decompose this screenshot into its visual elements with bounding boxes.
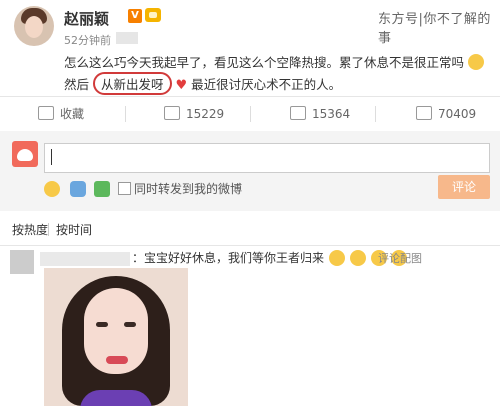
sort-tabs: 按热度 按时间: [0, 211, 500, 246]
star-icon: [38, 106, 54, 120]
post-time[interactable]: 52分钟前: [64, 32, 111, 48]
favorite-button[interactable]: 收藏: [38, 97, 84, 131]
comment-body: ：宝宝好好休息，我们等你王者归来: [132, 251, 325, 265]
user-avatar[interactable]: [12, 141, 38, 167]
post-text-prefix: 然后: [64, 77, 90, 92]
divider: [125, 106, 126, 122]
repost-icon: [164, 106, 180, 120]
emoji-icon: [349, 250, 366, 266]
watermark: 东方号|你不了解的事: [378, 12, 491, 46]
blurred-source: [116, 32, 138, 44]
photo-eye: [96, 322, 108, 327]
action-bar: 收藏 15229 15364 70409: [0, 96, 500, 132]
verified-icon: V: [128, 9, 142, 23]
photo-clothing: [80, 390, 152, 406]
emoji-icon: [468, 54, 484, 70]
tab-divider: [48, 223, 49, 236]
comment-text: ：宝宝好好休息，我们等你王者归来: [132, 249, 408, 266]
emoji-icon: [328, 250, 345, 266]
avatar-face: [25, 16, 43, 38]
tab-hot[interactable]: 按热度: [12, 221, 48, 238]
image-icon[interactable]: [94, 181, 110, 197]
divider: [250, 106, 251, 122]
like-count: 70409: [438, 107, 477, 121]
gif-icon[interactable]: [70, 181, 86, 197]
comment-item: ：宝宝好好休息，我们等你王者归来 评论配图: [0, 246, 500, 406]
post-text-line2: 然后 从新出发呀 ♥ 最近很讨厌心术不正的人。: [64, 72, 341, 95]
post-text-part1: 怎么这么巧今天我起早了，看见这么个空降热搜。累了休息不是很正常吗: [64, 55, 465, 70]
comment-image-link[interactable]: 评论配图: [378, 250, 422, 266]
comment-count: 15364: [312, 107, 351, 121]
divider: [375, 106, 376, 122]
heart-icon: ♥: [175, 78, 188, 93]
tab-time[interactable]: 按时间: [56, 221, 92, 238]
like-button[interactable]: 70409: [416, 97, 476, 131]
weibo-post: 赵丽颖 V 东方号|你不了解的事 52分钟前 怎么这么巧今天我起早了，看见这么个…: [0, 0, 500, 96]
photo-eye: [124, 322, 136, 327]
photo-lips: [106, 356, 128, 364]
comment-button[interactable]: 15364: [290, 97, 350, 131]
circled-text: 从新出发呀: [101, 77, 164, 92]
emoji-icon[interactable]: [44, 181, 60, 197]
vip-crown-icon: [145, 8, 161, 22]
commenter-avatar[interactable]: [10, 250, 34, 274]
favorite-label: 收藏: [60, 107, 85, 121]
commenter-name-blurred: [40, 252, 130, 266]
post-text-line1: 怎么这么巧今天我起早了，看见这么个空降热搜。累了休息不是很正常吗: [64, 52, 484, 71]
author-name[interactable]: 赵丽颖: [64, 8, 109, 29]
submit-comment-button[interactable]: 评论: [438, 175, 490, 199]
post-text-suffix: 最近很讨厌心术不正的人。: [191, 77, 342, 92]
repost-checkbox-label[interactable]: 同时转发到我的微博: [134, 180, 242, 197]
repost-button[interactable]: 15229: [164, 97, 224, 131]
text-caret: [51, 149, 52, 165]
comment-photo[interactable]: [44, 268, 188, 406]
author-avatar[interactable]: [14, 6, 54, 46]
comment-icon: [290, 106, 306, 120]
repost-count: 15229: [186, 107, 225, 121]
thumbs-up-icon: [416, 106, 432, 120]
comment-composer: 同时转发到我的微博 评论: [0, 131, 500, 211]
comment-input[interactable]: [44, 143, 490, 173]
highlight-circle: 从新出发呀: [93, 72, 172, 95]
repost-checkbox[interactable]: [118, 182, 131, 195]
